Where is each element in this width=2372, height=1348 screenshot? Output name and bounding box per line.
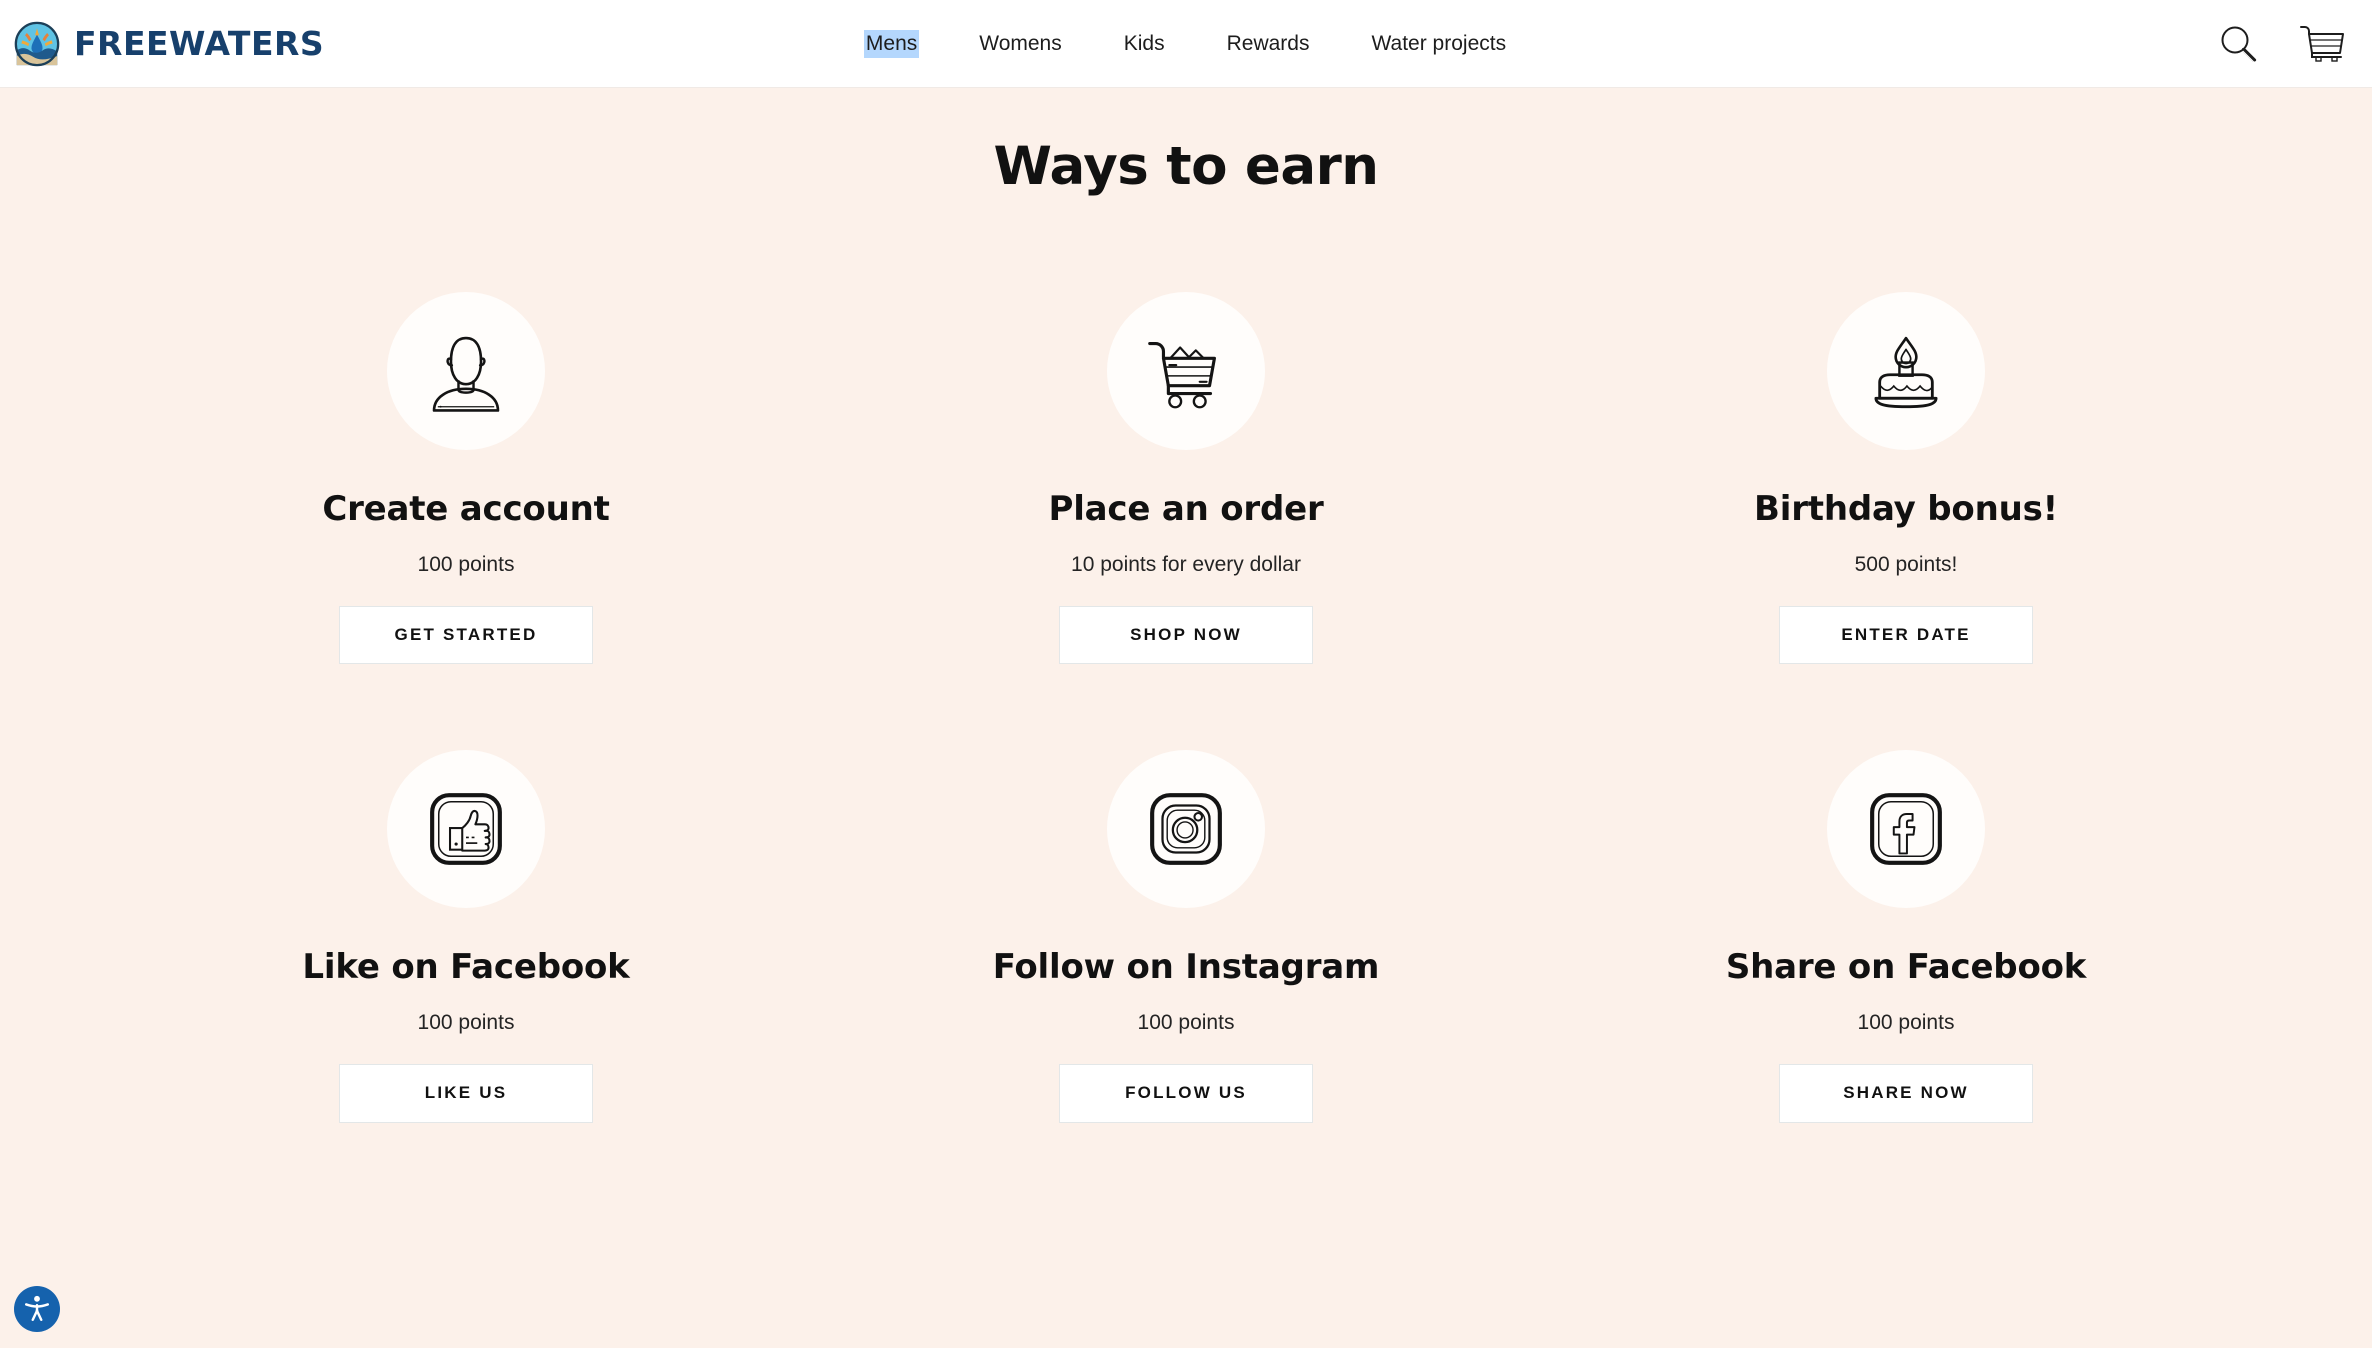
earn-card-icon-wrap	[387, 292, 545, 450]
earn-card-icon-wrap	[1107, 750, 1265, 909]
earn-card-title: Birthday bonus!	[1754, 489, 2058, 529]
brand-name: FREEWATERS	[74, 24, 325, 63]
nav-item-mens[interactable]: Mens	[863, 29, 920, 59]
earn-card-points: 100 points	[1137, 1011, 1235, 1035]
earn-card-points: 100 points	[417, 553, 515, 576]
earn-card-icon-wrap	[1107, 292, 1265, 450]
nav-item-rewards[interactable]: Rewards	[1225, 30, 1312, 58]
birthday-cake-icon	[1859, 324, 1953, 418]
site-header: FREEWATERS Mens Womens Kids Rewards Wate…	[0, 0, 2372, 88]
earn-card-title: Follow on Instagram	[992, 947, 1380, 988]
search-icon[interactable]	[2216, 22, 2260, 66]
facebook-icon	[1859, 782, 1953, 876]
accessibility-widget-button[interactable]	[14, 1286, 60, 1332]
earn-card-points: 100 points	[417, 1011, 515, 1035]
cart-icon[interactable]	[2298, 22, 2346, 66]
earn-card-title: Like on Facebook	[302, 947, 630, 988]
earn-card-points: 10 points for every dollar	[1071, 553, 1301, 576]
like-us-button[interactable]: LIKE US	[339, 1064, 593, 1123]
ways-to-earn-section: Ways to earn Create account 100 points G…	[0, 88, 2372, 1209]
earn-card-title: Place an order	[1048, 489, 1324, 529]
enter-date-button[interactable]: ENTER DATE	[1779, 606, 2033, 665]
earn-card-icon-wrap	[1827, 292, 1985, 450]
earn-card-title: Share on Facebook	[1725, 947, 2087, 988]
instagram-icon	[1139, 782, 1233, 876]
shopping-cart-icon	[1137, 322, 1235, 420]
main-navigation: Mens Womens Kids Rewards Water projects	[0, 0, 2372, 88]
header-actions	[2216, 0, 2346, 88]
freewaters-globe-logo-icon	[14, 21, 60, 67]
nav-item-womens[interactable]: Womens	[977, 30, 1063, 58]
earn-card-birthday-bonus: Birthday bonus! 500 points! ENTER DATE	[1546, 292, 2266, 750]
earn-card-title: Create account	[322, 489, 610, 529]
earn-card-create-account: Create account 100 points GET STARTED	[106, 292, 826, 750]
earn-card-share-on-facebook: Share on Facebook 100 points SHARE NOW	[1546, 750, 2266, 1208]
thumbs-up-facebook-icon	[419, 782, 513, 876]
nav-item-water-projects[interactable]: Water projects	[1369, 30, 1508, 58]
earn-card-points: 100 points	[1857, 1011, 1955, 1035]
nav-item-kids[interactable]: Kids	[1122, 30, 1167, 58]
accessibility-person-icon	[22, 1293, 52, 1326]
follow-us-button[interactable]: FOLLOW US	[1059, 1064, 1313, 1123]
person-account-icon	[419, 324, 513, 418]
earn-card-icon-wrap	[1827, 750, 1985, 909]
earn-card-follow-on-instagram: Follow on Instagram 100 points FOLLOW US	[826, 750, 1546, 1208]
ways-to-earn-grid: Create account 100 points GET STARTED Pl…	[106, 197, 2266, 1209]
earn-card-icon-wrap	[387, 750, 545, 909]
share-now-button[interactable]: SHARE NOW	[1779, 1064, 2033, 1123]
earn-card-like-on-facebook: Like on Facebook 100 points LIKE US	[106, 750, 826, 1208]
get-started-button[interactable]: GET STARTED	[339, 606, 593, 665]
page-title: Ways to earn	[993, 136, 1379, 197]
shop-now-button[interactable]: SHOP NOW	[1059, 606, 1313, 665]
earn-card-place-an-order: Place an order 10 points for every dolla…	[826, 292, 1546, 750]
earn-card-points: 500 points!	[1854, 553, 1958, 576]
brand-logo-link[interactable]: FREEWATERS	[14, 21, 324, 67]
